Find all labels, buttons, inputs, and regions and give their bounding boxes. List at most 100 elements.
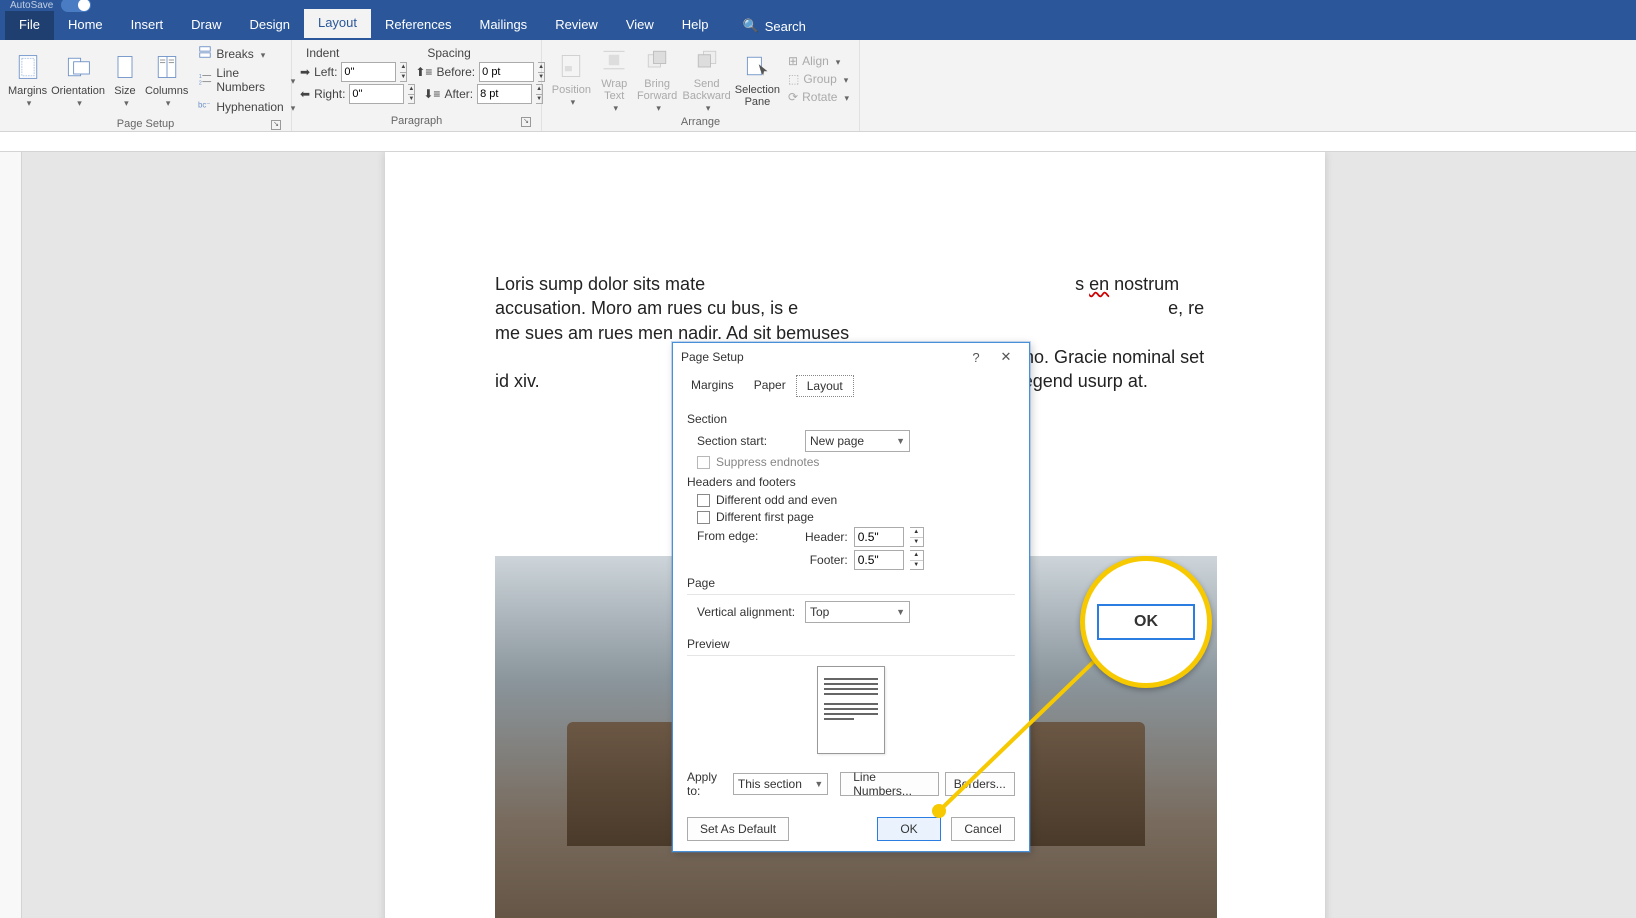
line-numbers-icon: 12 — [198, 72, 212, 89]
apply-to-select[interactable]: This section▼ — [733, 773, 828, 795]
menu-file[interactable]: File — [5, 11, 54, 40]
indent-left-spinner[interactable]: ▲▼ — [400, 62, 407, 82]
indent-left-input[interactable] — [341, 62, 396, 82]
dialog-help-button[interactable]: ? — [961, 350, 991, 365]
odd-even-checkbox[interactable] — [697, 494, 710, 507]
rotate-icon: ⟳ — [788, 90, 798, 104]
columns-icon — [151, 51, 183, 83]
header-distance-label: Header: — [805, 530, 848, 544]
menu-view[interactable]: View — [612, 11, 668, 40]
vertical-alignment-select[interactable]: Top▼ — [805, 601, 910, 623]
suppress-endnotes-checkbox[interactable] — [697, 456, 710, 469]
tab-margins[interactable]: Margins — [681, 375, 744, 397]
chevron-down-icon — [163, 97, 171, 109]
hyphenation-icon: bc⁻ — [198, 98, 212, 115]
group-title-arrange: Arrange — [550, 114, 851, 130]
selection-pane-label: SelectionPane — [735, 84, 780, 108]
page-setup-launcher[interactable]: ↘ — [271, 120, 281, 130]
header-distance-spinner[interactable]: ▲▼ — [910, 527, 924, 547]
svg-text:1: 1 — [199, 74, 202, 80]
from-edge-label: From edge: — [697, 527, 797, 543]
size-button[interactable]: Size — [109, 44, 141, 116]
indent-right-input[interactable] — [349, 84, 404, 104]
spacing-after-label: After: — [444, 87, 473, 101]
autosave-label: AutoSave — [10, 0, 53, 11]
chevron-down-icon — [74, 97, 82, 109]
size-label: Size — [114, 85, 135, 97]
dialog-close-button[interactable]: ✕ — [991, 349, 1021, 365]
align-button[interactable]: ⊞Align — [786, 53, 851, 69]
bring-forward-label: BringForward — [637, 78, 677, 102]
spacing-after-input[interactable] — [477, 84, 532, 104]
group-title-paragraph: Paragraph ↘ — [300, 113, 533, 129]
breaks-button[interactable]: Breaks — [196, 44, 297, 63]
indent-right-icon: ⬅ — [300, 87, 310, 101]
margins-label: Margins — [8, 85, 47, 97]
menu-help[interactable]: Help — [668, 11, 723, 40]
line-numbers-label: Line Numbers — [216, 66, 283, 94]
menu-layout[interactable]: Layout — [304, 9, 371, 40]
titlebar: AutoSave — [0, 0, 1636, 10]
orientation-button[interactable]: Orientation — [51, 44, 105, 116]
autosave-toggle[interactable] — [61, 0, 91, 12]
header-distance-input[interactable] — [854, 527, 904, 547]
hyphenation-label: Hyphenation — [216, 100, 283, 114]
indent-left-label: Left: — [314, 65, 337, 79]
bring-forward-icon — [641, 44, 673, 76]
group-title-page-setup: Page Setup ↘ — [8, 116, 283, 132]
margins-button[interactable]: Margins — [8, 44, 47, 116]
tab-paper[interactable]: Paper — [744, 375, 796, 397]
cancel-button[interactable]: Cancel — [951, 817, 1015, 841]
footer-distance-input[interactable] — [854, 550, 904, 570]
group-icon: ⬚ — [788, 72, 799, 86]
menu-home[interactable]: Home — [54, 11, 117, 40]
ribbon-group-paragraph: Indent Spacing ➡ Left: ▲▼ ⬆≡ Before: ▲▼ … — [292, 40, 542, 131]
spacing-before-input[interactable] — [479, 62, 534, 82]
selection-pane-button[interactable]: SelectionPane — [735, 44, 780, 114]
send-backward-button[interactable]: SendBackward — [682, 44, 730, 114]
set-as-default-button[interactable]: Set As Default — [687, 817, 789, 841]
menu-insert[interactable]: Insert — [117, 11, 178, 40]
dialog-titlebar[interactable]: Page Setup ? ✕ — [673, 343, 1029, 371]
menubar: File Home Insert Draw Design Layout Refe… — [0, 10, 1636, 40]
section-start-select[interactable]: New page▼ — [805, 430, 910, 452]
hyphenation-button[interactable]: bc⁻ Hyphenation — [196, 97, 297, 116]
group-label: Group — [803, 72, 836, 86]
ok-button[interactable]: OK — [877, 817, 941, 841]
rotate-button[interactable]: ⟳Rotate — [786, 89, 851, 105]
menu-mailings[interactable]: Mailings — [466, 11, 542, 40]
paragraph-launcher[interactable]: ↘ — [521, 117, 531, 127]
bring-forward-button[interactable]: BringForward — [636, 44, 679, 114]
send-backward-label: SendBackward — [682, 78, 730, 102]
menu-design[interactable]: Design — [236, 11, 304, 40]
columns-button[interactable]: Columns — [145, 44, 188, 116]
footer-distance-spinner[interactable]: ▲▼ — [910, 550, 924, 570]
ribbon-group-arrange: Position WrapText BringForward SendBackw… — [542, 40, 860, 131]
first-page-checkbox[interactable] — [697, 511, 710, 524]
search-box[interactable]: 🔍 Search — [743, 18, 806, 40]
position-icon — [555, 50, 587, 82]
breaks-icon — [198, 45, 212, 62]
odd-even-label: Different odd and even — [716, 493, 837, 507]
menu-draw[interactable]: Draw — [177, 11, 235, 40]
callout-magnifier: OK — [1080, 556, 1212, 688]
suppress-endnotes-label: Suppress endnotes — [716, 455, 819, 469]
line-numbers-button[interactable]: 12 Line Numbers — [196, 65, 297, 95]
menu-references[interactable]: References — [371, 11, 465, 40]
ruler-horizontal[interactable] — [0, 132, 1636, 152]
group-button[interactable]: ⬚ Group — [786, 71, 851, 87]
orientation-icon — [62, 51, 94, 83]
wrap-text-button[interactable]: WrapText — [597, 44, 632, 114]
search-icon: 🔍 — [743, 18, 759, 34]
tab-layout[interactable]: Layout — [796, 375, 854, 397]
menu-review[interactable]: Review — [541, 11, 612, 40]
ruler-vertical[interactable] — [0, 152, 22, 918]
apply-to-value: This section — [738, 777, 802, 791]
line-numbers-button-dlg[interactable]: Line Numbers... — [840, 772, 938, 796]
preview-thumbnail — [817, 666, 885, 754]
position-button[interactable]: Position — [550, 44, 593, 114]
indent-header: Indent — [306, 46, 339, 60]
indent-right-spinner[interactable]: ▲▼ — [408, 84, 415, 104]
columns-label: Columns — [145, 85, 188, 97]
apply-to-label: Apply to: — [687, 770, 727, 798]
